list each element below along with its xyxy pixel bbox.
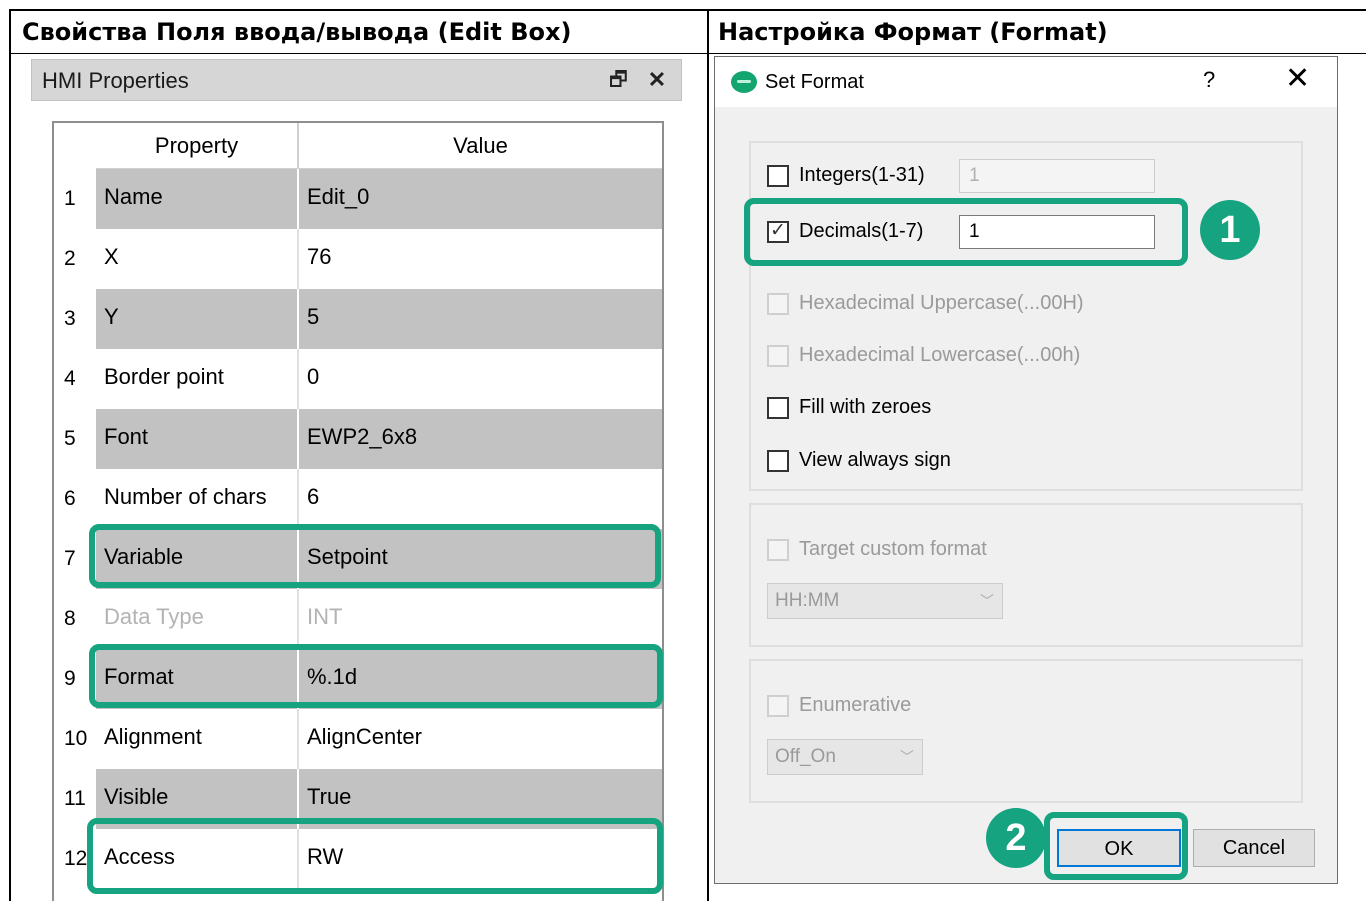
highlight-decimals-option: [744, 198, 1188, 266]
app-logo-icon: [731, 71, 757, 93]
float-window-icon[interactable]: 🗗: [609, 70, 628, 90]
step-badge-1: 1: [1200, 200, 1260, 260]
row-number: 1: [54, 169, 96, 229]
dialog-title: Set Format: [765, 71, 864, 93]
close-icon[interactable]: ✕: [1285, 63, 1310, 95]
number-format-group: Integers(1-31) 1 Decimals(1-7) 1 Hexadec…: [749, 141, 1303, 491]
custom-format-option: Target custom format: [767, 535, 1167, 563]
property-label: Font: [96, 409, 297, 469]
cancel-button[interactable]: Cancel: [1193, 829, 1315, 867]
property-value[interactable]: 76: [297, 229, 662, 289]
hex-uppercase-label: Hexadecimal Uppercase(...00H): [799, 292, 1084, 314]
property-value[interactable]: Edit_0: [297, 169, 662, 229]
highlight-ok-button: [1044, 812, 1188, 880]
integers-label: Integers(1-31): [799, 164, 925, 186]
close-icon[interactable]: ✕: [647, 69, 667, 91]
help-icon[interactable]: ?: [1203, 67, 1215, 93]
hex-uppercase-option: Hexadecimal Uppercase(...00H): [767, 289, 1167, 317]
set-format-dialog: Set Format ? ✕ Integers(1-31) 1 Decimals…: [714, 56, 1338, 884]
custom-format-group: Target custom format HH:MM ﹀: [749, 503, 1303, 647]
row-number: 4: [54, 349, 96, 409]
property-grid-header: Property Value: [54, 123, 662, 169]
property-label: X: [96, 229, 297, 289]
row-number: 10: [54, 709, 96, 769]
heading-format-settings: Настройка Формат (Format): [718, 18, 1108, 46]
header-row-divider: [9, 53, 1366, 54]
property-value[interactable]: 0: [297, 349, 662, 409]
always-sign-label: View always sign: [799, 449, 951, 471]
fill-zeroes-checkbox[interactable]: [767, 397, 789, 419]
hex-uppercase-checkbox: [767, 293, 789, 315]
row-number: 3: [54, 289, 96, 349]
fill-zeroes-option[interactable]: Fill with zeroes: [767, 393, 1167, 421]
step-badge-2: 2: [986, 808, 1046, 868]
enumerative-checkbox: [767, 695, 789, 717]
row-number: 8: [54, 589, 96, 649]
integers-checkbox[interactable]: [767, 165, 789, 187]
property-row-y[interactable]: 3 Y 5: [54, 289, 662, 349]
highlight-variable-row: [89, 524, 661, 588]
property-row-data-type: 8 Data Type INT: [54, 589, 662, 649]
property-row-x[interactable]: 2 X 76: [54, 229, 662, 289]
property-label: Y: [96, 289, 297, 349]
chevron-down-icon: ﹀: [900, 749, 914, 765]
chevron-down-icon: ﹀: [980, 593, 994, 609]
property-row-border-point[interactable]: 4 Border point 0: [54, 349, 662, 409]
row-number: 6: [54, 469, 96, 529]
property-label: Number of chars: [96, 469, 297, 529]
custom-format-label: Target custom format: [799, 538, 987, 560]
row-number-header: [54, 123, 96, 169]
property-value: INT: [297, 589, 662, 649]
integers-input: 1: [959, 159, 1155, 193]
always-sign-checkbox[interactable]: [767, 450, 789, 472]
property-label: Border point: [96, 349, 297, 409]
enumerative-option: Enumerative: [767, 691, 1167, 719]
custom-format-selected: HH:MM: [775, 590, 840, 611]
row-number: 2: [54, 229, 96, 289]
fill-zeroes-label: Fill with zeroes: [799, 396, 932, 418]
enumerative-label: Enumerative: [799, 694, 912, 716]
property-row-number-of-chars[interactable]: 6 Number of chars 6: [54, 469, 662, 529]
column-header-value[interactable]: Value: [297, 123, 662, 169]
heading-edit-box-properties: Свойства Поля ввода/вывода (Edit Box): [22, 18, 572, 46]
property-value[interactable]: 5: [297, 289, 662, 349]
enumerative-group: Enumerative Off_On ﹀: [749, 659, 1303, 803]
property-label: Data Type: [96, 589, 297, 649]
custom-format-checkbox: [767, 539, 789, 561]
always-sign-option[interactable]: View always sign: [767, 446, 1167, 474]
hmi-properties-title: HMI Properties: [42, 68, 189, 93]
row-number: 5: [54, 409, 96, 469]
property-grid: Property Value 1 Name Edit_0 2 X 76 3 Y …: [52, 121, 664, 901]
hex-lowercase-checkbox: [767, 345, 789, 367]
property-value[interactable]: EWP2_6x8: [297, 409, 662, 469]
property-row-name[interactable]: 1 Name Edit_0: [54, 169, 662, 229]
enumerative-selected: Off_On: [775, 746, 836, 767]
hex-lowercase-option: Hexadecimal Lowercase(...00h): [767, 341, 1167, 369]
hex-lowercase-label: Hexadecimal Lowercase(...00h): [799, 344, 1081, 366]
hmi-properties-titlebar: HMI Properties 🗗 ✕: [31, 59, 682, 101]
property-row-alignment[interactable]: 10 Alignment AlignCenter: [54, 709, 662, 769]
enumerative-select: Off_On ﹀: [767, 739, 923, 775]
property-label: Alignment: [96, 709, 297, 769]
property-label: Name: [96, 169, 297, 229]
highlight-format-row: [89, 644, 663, 708]
property-value[interactable]: 6: [297, 469, 662, 529]
column-header-property[interactable]: Property: [96, 123, 297, 169]
dialog-titlebar: Set Format ? ✕: [715, 57, 1337, 107]
property-row-font[interactable]: 5 Font EWP2_6x8: [54, 409, 662, 469]
highlight-access-row: [87, 818, 663, 894]
custom-format-select: HH:MM ﹀: [767, 583, 1003, 619]
column-divider: [707, 9, 709, 901]
property-value[interactable]: AlignCenter: [297, 709, 662, 769]
